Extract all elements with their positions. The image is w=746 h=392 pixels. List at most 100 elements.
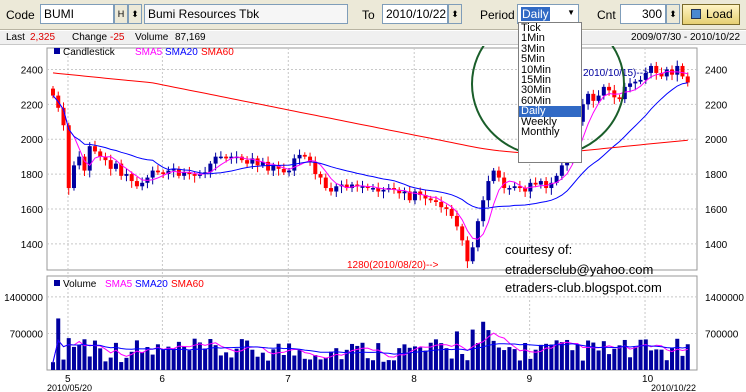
period-option[interactable]: Daily — [519, 105, 581, 117]
candle-body — [213, 156, 218, 164]
y-tick-label-left: 2200 — [21, 100, 44, 111]
volume-bar — [281, 354, 286, 370]
volume-bar — [203, 348, 208, 370]
volume-bar — [87, 356, 92, 370]
volume-bar — [512, 349, 517, 370]
load-button[interactable]: Load — [682, 4, 740, 25]
chevron-down-icon[interactable]: ▼ — [567, 8, 575, 17]
volume-bar — [418, 347, 423, 370]
volume-bar — [649, 350, 654, 370]
period-select-value: Daily — [521, 7, 550, 21]
volume-bar — [218, 355, 223, 370]
volume-bar — [570, 350, 575, 370]
code-spin-icon[interactable]: ⬍ — [128, 4, 142, 24]
volume-bar — [559, 342, 564, 370]
volume-bar — [654, 349, 659, 370]
candle-body — [192, 174, 197, 176]
candle-body — [113, 163, 118, 169]
legend-swatch — [54, 280, 60, 286]
code-input[interactable]: BUMI — [40, 4, 114, 24]
change-label: Change — [72, 32, 108, 43]
candle-body — [617, 97, 622, 100]
volume-bar — [391, 360, 396, 370]
candle-body — [454, 215, 459, 227]
volume-bar — [255, 356, 260, 370]
volume-legend-item: SMA20 — [135, 279, 168, 290]
volume-bar — [323, 357, 328, 370]
toolbar: Code BUMI H ⬍ Bumi Resources Tbk To 2010… — [0, 0, 746, 30]
volume-bar — [287, 343, 292, 370]
candle-body — [297, 154, 302, 159]
volume-bar — [454, 331, 459, 370]
chart-area[interactable]: 5 6 7 8 9 10 2010/05/20 2010/10/22 1400 1400 1600 1… — [0, 11, 746, 392]
candle-body — [481, 200, 486, 222]
price-legend-item: SMA20 — [165, 47, 198, 58]
candle-body — [638, 79, 643, 82]
candle-body — [313, 161, 318, 175]
cnt-input[interactable]: 300 — [620, 4, 666, 24]
volume-bar — [528, 358, 533, 370]
code-history-button[interactable]: H — [114, 4, 128, 24]
volume-bar — [449, 358, 454, 370]
candle-body — [596, 95, 601, 101]
volume-bar — [161, 349, 166, 370]
cnt-spin-icon[interactable]: ⬍ — [666, 4, 680, 24]
volume-bar — [680, 355, 685, 370]
volume-legend-item: SMA5 — [105, 279, 133, 290]
volume-bar — [617, 345, 622, 370]
candle-body — [134, 181, 139, 187]
volume-bar — [66, 338, 71, 370]
stock-chart[interactable]: 5 6 7 8 9 102010/05/20 2010/10/221400 14001600 1… — [0, 11, 746, 392]
volume-bar — [397, 348, 402, 370]
volume-bar — [460, 353, 465, 370]
volume-bar — [213, 345, 218, 370]
price-legend-item: SMA5 — [135, 47, 163, 58]
period-option[interactable]: 5Min — [519, 53, 581, 64]
candle-body — [182, 172, 187, 176]
candle-body — [491, 170, 496, 182]
y-tick-label-left: 2000 — [21, 135, 44, 146]
period-select[interactable]: Daily ▼ — [517, 4, 579, 24]
candle-body — [654, 65, 659, 73]
y-tick-label-right: 2200 — [705, 100, 728, 111]
candle-body — [591, 93, 596, 101]
volume-bar — [523, 343, 528, 370]
candle-body — [601, 86, 606, 96]
candle-body — [323, 177, 328, 189]
candle-body — [649, 65, 654, 73]
date-spin-icon[interactable]: ⬍ — [448, 4, 462, 24]
candle-body — [664, 69, 669, 77]
y-tick-label-right: 1400 — [705, 240, 728, 251]
volume-bar — [61, 359, 66, 370]
candle-body — [218, 156, 223, 159]
y-tick-label-left: 1800 — [21, 170, 44, 181]
candle-body — [318, 174, 323, 178]
volume-bar — [224, 352, 229, 370]
candle-body — [533, 182, 538, 185]
volume-bar — [51, 362, 55, 370]
volume-tick-label-right: 700000 — [705, 329, 739, 340]
candle-body — [512, 186, 517, 189]
price-legend-item: SMA60 — [201, 47, 234, 58]
volume-bar — [386, 360, 391, 370]
volume-legend-item: SMA60 — [171, 279, 204, 290]
candle-body — [449, 208, 454, 216]
candle-body — [155, 170, 160, 173]
y-tick-label-right: 1600 — [705, 205, 728, 216]
y-tick-label-left: 1400 — [21, 240, 44, 251]
period-option[interactable]: Monthly — [519, 126, 581, 137]
candle-body — [486, 181, 491, 201]
volume-bar — [187, 350, 192, 370]
volume-bar — [423, 350, 428, 370]
candle-body — [92, 146, 97, 152]
courtesy-blog: etraders-club.blogspot.com — [505, 280, 662, 295]
volume-bar — [402, 344, 407, 370]
candle-body — [71, 165, 76, 189]
period-dropdown-list[interactable]: Tick 1Min 3Min 5Min 10Min 15Min 30Min 60Min Dail… — [518, 22, 582, 163]
to-date-input[interactable]: 2010/10/22 — [382, 4, 448, 24]
code-label: Code — [6, 8, 35, 22]
candle-body — [559, 165, 564, 176]
volume-bar — [538, 344, 543, 370]
x-tick-label: 8 — [411, 374, 417, 385]
x-tick-label: 9 — [527, 374, 533, 385]
